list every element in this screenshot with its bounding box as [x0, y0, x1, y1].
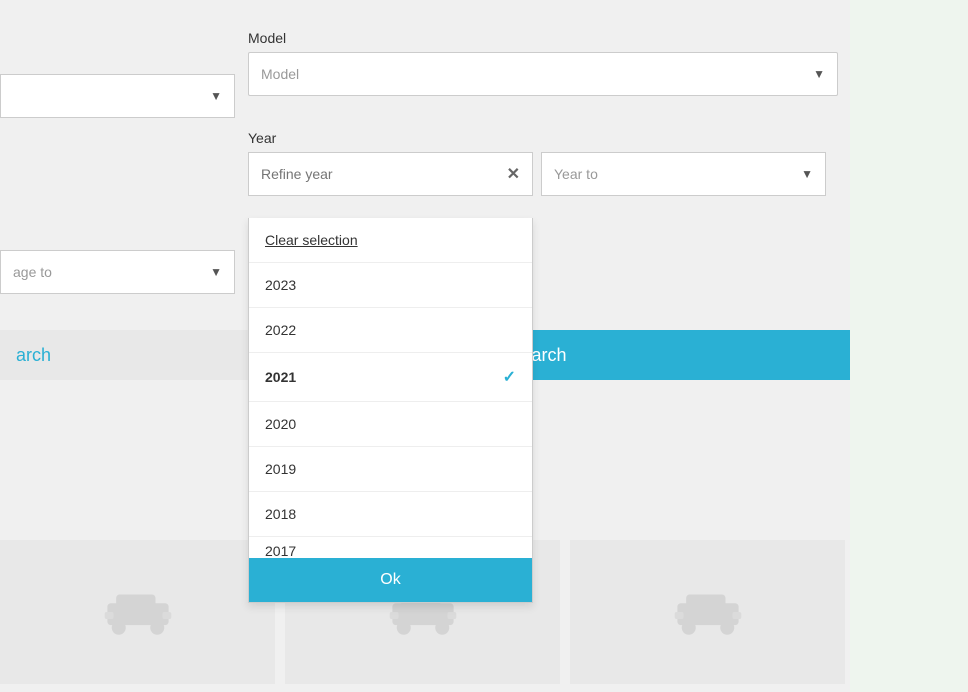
check-icon: ✓ [503, 367, 516, 387]
year-item-2018-label: 2018 [265, 506, 296, 522]
year-item-2020[interactable]: 2020 [249, 402, 532, 447]
clear-icon[interactable]: ✕ [507, 164, 520, 184]
year-item-2021[interactable]: 2021 ✓ [249, 353, 532, 402]
year-item-2019-label: 2019 [265, 461, 296, 477]
car-thumbnail-icon-3 [673, 582, 743, 642]
year-item-2019[interactable]: 2019 [249, 447, 532, 492]
model-chevron-icon: ▼ [813, 67, 825, 81]
search-left-text: arch [16, 345, 51, 366]
ok-button[interactable]: Ok [249, 558, 532, 602]
mileage-dropdown[interactable]: age to ▼ [0, 250, 235, 294]
year-item-2022[interactable]: 2022 [249, 308, 532, 353]
year-item-2020-label: 2020 [265, 416, 296, 432]
refine-year-input[interactable] [261, 166, 507, 182]
clear-selection-item[interactable]: Clear selection [249, 218, 532, 263]
year-label: Year [248, 130, 826, 146]
search-left-area: arch [0, 330, 248, 380]
model-dropdown[interactable]: Model ▼ [248, 52, 838, 96]
year-dropdown-items: Clear selection 2023 2022 2021 ✓ 2020 20… [249, 218, 532, 558]
clear-selection-label: Clear selection [265, 232, 358, 248]
refine-year-container: ✕ [248, 152, 533, 196]
mileage-text: age to [13, 264, 52, 280]
year-item-2017[interactable]: 2017 [249, 537, 532, 558]
right-panel [850, 0, 968, 692]
year-item-2018[interactable]: 2018 [249, 492, 532, 537]
year-dropdown-list: Clear selection 2023 2022 2021 ✓ 2020 20… [248, 218, 533, 603]
model-label: Model [248, 30, 848, 46]
year-item-2023-label: 2023 [265, 277, 296, 293]
model-section: Model Model ▼ [248, 30, 848, 96]
car-card-1 [0, 540, 275, 684]
year-to-text: Year to [554, 166, 598, 182]
year-item-2023[interactable]: 2023 [249, 263, 532, 308]
chevron-down-icon: ▼ [210, 89, 222, 103]
mileage-chevron-icon: ▼ [210, 265, 222, 279]
left-dropdown-top[interactable]: ▼ [0, 74, 235, 118]
year-item-2017-label: 2017 [265, 543, 296, 558]
year-to-chevron-icon: ▼ [801, 167, 813, 181]
year-section: Year ✕ Year to ▼ [248, 130, 826, 196]
year-item-2021-label: 2021 [265, 369, 296, 385]
page-container: ▼ Model Model ▼ Year ✕ Year to ▼ [0, 0, 968, 692]
year-inputs: ✕ Year to ▼ [248, 152, 826, 196]
year-item-2022-label: 2022 [265, 322, 296, 338]
year-to-dropdown[interactable]: Year to ▼ [541, 152, 826, 196]
car-card-3 [570, 540, 845, 684]
model-dropdown-text: Model [261, 66, 299, 82]
car-thumbnail-icon-1 [103, 582, 173, 642]
